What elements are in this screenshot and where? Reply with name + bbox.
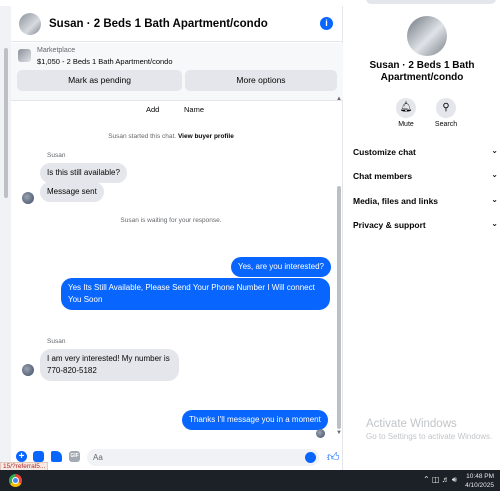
avatar[interactable] — [22, 364, 34, 376]
sender-name: Susan — [47, 338, 66, 345]
chevron-down-icon: ⌄ — [491, 146, 498, 155]
menu-label: Privacy & support — [353, 220, 426, 230]
chevron-down-icon: ⌄ — [491, 219, 498, 228]
avatar[interactable] — [22, 192, 34, 204]
chrome-icon[interactable] — [9, 474, 22, 487]
chevron-down-icon: ⌄ — [491, 170, 498, 179]
sender-name: Susan — [47, 152, 66, 159]
chat-pane: Susan · 2 Beds 1 Bath Apartment/condo i … — [0, 6, 343, 470]
message-bubble-incoming[interactable]: I am very interested! My number is 770-8… — [40, 349, 179, 381]
name-link[interactable]: Name — [184, 105, 204, 114]
chat-header: Susan · 2 Beds 1 Bath Apartment/condo i — [11, 6, 343, 42]
chat-details-pane: Susan · 2 Beds 1 Bath Apartment/condo 🔔︎… — [344, 6, 500, 470]
clock-time: 10:48 PM — [466, 473, 494, 480]
message-bubble-outgoing[interactable]: Yes, are you interested? — [231, 257, 331, 277]
menu-label: Chat members — [353, 171, 413, 181]
mute-label: Mute — [398, 121, 414, 128]
system-tray[interactable]: ⌃ ◫ ♬ 🔊︎ — [423, 475, 457, 485]
mute-action[interactable]: 🔔︎ Mute — [386, 98, 426, 128]
scroll-down-arrow[interactable]: ▼ — [336, 430, 342, 436]
chat-title[interactable]: Susan · 2 Beds 1 Bath Apartment/condo — [49, 18, 268, 30]
chat-started-notice: Susan started this chat. View buyer prof… — [11, 133, 331, 140]
top-toolbar-pill — [366, 0, 496, 4]
taskbar: ⌃ ◫ ♬ 🔊︎ 10:48 PM 4/10/2025 — [0, 470, 500, 491]
messenger-window: Susan · 2 Beds 1 Bath Apartment/condo i … — [0, 0, 500, 470]
message-input[interactable]: Aa — [87, 449, 319, 466]
listing-thumbnail[interactable] — [18, 49, 31, 62]
marketplace-label: Marketplace — [37, 47, 76, 54]
emoji-icon[interactable] — [305, 452, 316, 463]
listing-price-title[interactable]: $1,050 - 2 Beds 1 Bath Apartment/condo — [37, 57, 173, 66]
activate-windows-subtitle: Go to Settings to activate Windows. — [366, 432, 493, 441]
search-action[interactable]: ⚲ Search — [426, 98, 466, 128]
privacy-support-item[interactable]: Privacy & support ⌄ — [353, 219, 498, 230]
scroll-up-arrow[interactable]: ▲ — [336, 96, 342, 102]
gif-icon[interactable]: GIF — [69, 451, 80, 462]
search-icon[interactable]: ⚲ — [436, 98, 456, 118]
media-files-links-item[interactable]: Media, files and links ⌄ — [353, 195, 498, 206]
chat-started-text: Susan started this chat. — [108, 133, 177, 140]
avatar[interactable] — [407, 16, 447, 56]
left-scrollbar-thumb[interactable] — [4, 48, 8, 198]
image-icon[interactable] — [33, 451, 44, 462]
chevron-down-icon: ⌄ — [491, 195, 498, 204]
like-icon[interactable]: 👍︎ — [327, 450, 340, 465]
marketplace-card: Marketplace $1,050 - 2 Beds 1 Bath Apart… — [11, 43, 343, 101]
details-name: Susan · 2 Beds 1 Bath Apartment/condo — [369, 60, 475, 83]
message-bubble-incoming[interactable]: Is this still available? — [40, 163, 127, 183]
taskbar-clock[interactable]: 10:48 PM 4/10/2025 — [465, 472, 494, 490]
left-scrollbar-track[interactable] — [0, 6, 11, 470]
clock-date: 4/10/2025 — [465, 482, 494, 489]
waiting-notice: Susan is waiting for your response. — [120, 217, 222, 224]
info-icon[interactable]: i — [320, 17, 333, 30]
more-options-button[interactable]: More options — [185, 70, 337, 91]
read-receipt-avatar — [316, 429, 325, 438]
activate-windows-title: Activate Windows — [366, 418, 457, 430]
avatar[interactable] — [19, 12, 41, 35]
message-bubble-outgoing[interactable]: Yes Its Still Available, Please Send You… — [61, 278, 330, 310]
sticker-icon[interactable] — [51, 451, 62, 462]
plus-icon[interactable]: + — [16, 451, 27, 462]
message-composer: + GIF Aa 👍︎ — [11, 447, 343, 470]
mark-as-pending-button[interactable]: Mark as pending — [17, 70, 182, 91]
message-bubble-outgoing[interactable]: Thanks I'll message you in a moment — [182, 410, 328, 430]
add-link[interactable]: Add — [146, 105, 159, 114]
menu-label: Customize chat — [353, 147, 416, 157]
view-buyer-profile-link[interactable]: View buyer profile — [178, 133, 234, 140]
bell-icon[interactable]: 🔔︎ — [396, 98, 416, 118]
search-label: Search — [434, 121, 458, 128]
menu-label: Media, files and links — [353, 196, 439, 206]
message-bubble-incoming[interactable]: Message sent — [40, 182, 104, 202]
chat-members-item[interactable]: Chat members ⌄ — [353, 170, 498, 181]
chat-scrollbar-thumb[interactable] — [337, 186, 341, 429]
customize-chat-item[interactable]: Customize chat ⌄ — [353, 146, 498, 157]
